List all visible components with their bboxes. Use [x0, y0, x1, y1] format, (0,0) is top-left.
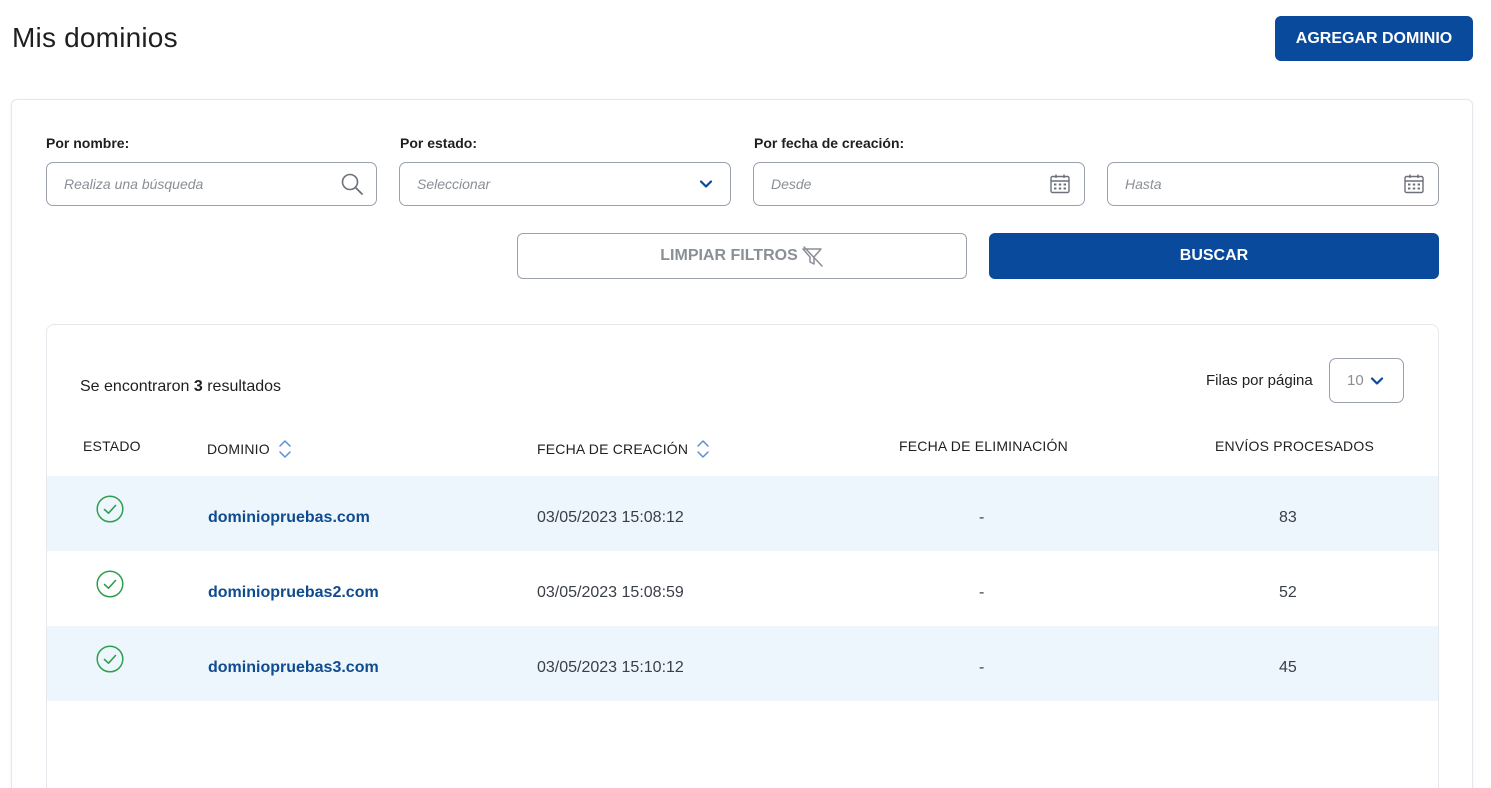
calendar-icon[interactable] [1048, 172, 1072, 196]
results-count: Se encontraron 3 resultados [80, 378, 281, 396]
column-header-domain-label: DOMINIO [207, 441, 270, 457]
chevron-down-icon [1369, 373, 1391, 389]
date-from-input[interactable]: Desde [753, 162, 1085, 206]
sort-icon[interactable] [696, 438, 710, 460]
add-domain-button[interactable]: AGREGAR DOMINIO [1275, 16, 1473, 61]
rows-per-page-value: 10 [1347, 372, 1364, 389]
column-header-sends: ENVÍOS PROCESADOS [1215, 438, 1374, 454]
created-date: 03/05/2023 15:08:12 [537, 509, 684, 526]
deleted-date: - [979, 509, 985, 526]
table-row: dominiopruebas.com 03/05/2023 15:08:12 -… [47, 476, 1438, 551]
created-date: 03/05/2023 15:10:12 [537, 659, 684, 676]
table-row: dominiopruebas3.com 03/05/2023 15:10:12 … [47, 626, 1438, 701]
calendar-icon[interactable] [1402, 172, 1426, 196]
date-to-placeholder: Hasta [1125, 176, 1162, 192]
search-icon[interactable] [340, 172, 364, 196]
date-from-placeholder: Desde [771, 176, 812, 192]
column-header-deleted: FECHA DE ELIMINACIÓN [899, 438, 1068, 454]
column-header-created[interactable]: FECHA DE CREACIÓN [537, 438, 710, 460]
rows-per-page-select[interactable]: 10 [1329, 358, 1404, 403]
date-filter-label: Por fecha de creación: [754, 135, 905, 151]
domain-link[interactable]: dominiopruebas2.com [208, 584, 379, 602]
clear-filters-button[interactable]: LIMPIAR FILTROS [517, 233, 967, 279]
column-header-status: ESTADO [83, 438, 141, 454]
name-search-input[interactable]: Realiza una búsqueda [46, 162, 377, 206]
deleted-date: - [979, 584, 985, 601]
domain-link[interactable]: dominiopruebas.com [208, 509, 370, 527]
column-header-status-label: ESTADO [83, 438, 141, 454]
deleted-date: - [979, 659, 985, 676]
table-row: dominiopruebas2.com 03/05/2023 15:08:59 … [47, 551, 1438, 626]
check-circle-icon [96, 495, 124, 523]
check-circle-icon [96, 645, 124, 673]
column-header-deleted-label: FECHA DE ELIMINACIÓN [899, 438, 1068, 454]
check-circle-icon [96, 570, 124, 598]
filter-off-icon [800, 244, 824, 268]
name-search-placeholder: Realiza una búsqueda [64, 176, 204, 192]
results-number: 3 [193, 378, 203, 395]
date-to-input[interactable]: Hasta [1107, 162, 1439, 206]
status-select-placeholder: Seleccionar [417, 176, 491, 192]
column-header-created-label: FECHA DE CREACIÓN [537, 441, 689, 457]
column-header-sends-label: ENVÍOS PROCESADOS [1215, 438, 1374, 454]
sends-count: 83 [1279, 509, 1297, 526]
sends-count: 52 [1279, 584, 1297, 601]
page-title: Mis dominios [12, 22, 178, 53]
status-filter-label: Por estado: [400, 135, 478, 151]
sends-count: 45 [1279, 659, 1297, 676]
sort-icon[interactable] [278, 438, 292, 460]
search-button[interactable]: BUSCAR [989, 233, 1439, 279]
status-select[interactable]: Seleccionar [399, 162, 731, 206]
results-prefix: Se encontraron [80, 378, 190, 395]
column-header-domain[interactable]: DOMINIO [207, 438, 292, 460]
name-filter-label: Por nombre: [46, 135, 130, 151]
results-suffix: resultados [207, 378, 282, 395]
created-date: 03/05/2023 15:08:59 [537, 584, 684, 601]
domain-link[interactable]: dominiopruebas3.com [208, 659, 379, 677]
chevron-down-icon [694, 172, 718, 196]
clear-filters-label: LIMPIAR FILTROS [660, 247, 798, 264]
rows-per-page-label: Filas por página [1206, 372, 1313, 389]
